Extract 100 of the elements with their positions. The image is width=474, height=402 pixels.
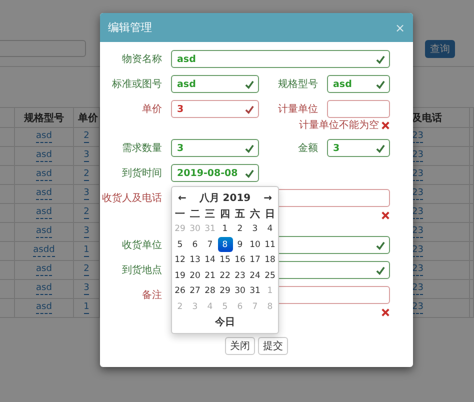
calendar-day[interactable]: 30 xyxy=(188,222,202,236)
calendar-day[interactable]: 29 xyxy=(218,284,232,298)
field-label: 到货地点 xyxy=(121,264,162,277)
editable-link[interactable]: asd xyxy=(36,188,52,200)
calendar-day[interactable]: 1 xyxy=(262,284,278,298)
editable-link[interactable]: 2 xyxy=(84,169,90,181)
input-field[interactable]: asd xyxy=(327,75,390,93)
search-field[interactable] xyxy=(0,40,86,57)
calendar-day[interactable]: 7 xyxy=(202,237,218,252)
editable-link[interactable]: asd xyxy=(36,283,52,295)
calendar-day[interactable]: 25 xyxy=(262,268,278,283)
calendar-day[interactable]: 1 xyxy=(218,222,232,236)
calendar-day[interactable]: 13 xyxy=(188,252,202,268)
check-icon xyxy=(245,80,254,88)
weekday-label: 三 xyxy=(204,208,216,221)
today-button[interactable]: 今日 xyxy=(215,315,235,329)
calendar-day[interactable]: 24 xyxy=(248,268,262,283)
calendar-day[interactable]: 16 xyxy=(232,252,248,268)
cross-icon xyxy=(381,120,390,130)
calendar-day[interactable]: 10 xyxy=(248,237,262,252)
field-label: 计量单位 xyxy=(277,102,318,116)
weekday-label: 二 xyxy=(189,208,201,221)
calendar-day[interactable]: 3 xyxy=(248,222,262,236)
check-icon xyxy=(376,144,385,152)
calendar-day[interactable]: 8 xyxy=(218,237,232,252)
calendar-day[interactable]: 29 xyxy=(172,222,188,236)
input-field[interactable]: 2019-08-08 xyxy=(171,164,259,182)
editable-link[interactable]: 1 xyxy=(84,245,90,257)
dialog-title: 编辑管理 xyxy=(108,20,152,35)
field-label: 备注 xyxy=(141,288,162,302)
next-month-button[interactable]: → xyxy=(264,192,272,204)
editable-link[interactable]: asd xyxy=(36,207,52,219)
calendar-day[interactable]: 5 xyxy=(218,299,232,314)
field-label: 收货单位 xyxy=(121,238,162,252)
calendar-day[interactable]: 14 xyxy=(202,252,218,268)
dialog-button[interactable]: 关闭 xyxy=(225,337,255,355)
input-field[interactable]: asd xyxy=(171,75,259,93)
weekday-label: 日 xyxy=(264,208,276,221)
calendar-day[interactable]: 19 xyxy=(172,268,188,283)
editable-link[interactable]: asd xyxy=(36,150,52,162)
editable-link[interactable]: asd xyxy=(36,226,52,238)
editable-link[interactable]: 3 xyxy=(84,283,90,295)
calendar-day[interactable]: 2 xyxy=(232,222,248,236)
calendar-day[interactable]: 17 xyxy=(248,252,262,268)
field-label: 到货时间 xyxy=(121,166,162,180)
calendar-day[interactable]: 15 xyxy=(218,252,232,268)
calendar-day[interactable]: 30 xyxy=(232,284,248,298)
field-label: 需求数量 xyxy=(121,142,162,155)
editable-link[interactable]: 2 xyxy=(84,131,90,143)
weekday-label: 一 xyxy=(174,208,186,221)
input-field[interactable]: 3 xyxy=(327,139,390,157)
check-icon xyxy=(245,104,254,114)
editable-link[interactable]: 1 xyxy=(84,302,90,314)
dialog-button[interactable]: 提交 xyxy=(258,337,288,355)
editable-link[interactable]: 2 xyxy=(84,264,90,276)
calendar-day[interactable]: 6 xyxy=(232,299,248,314)
calendar-day[interactable]: 4 xyxy=(202,299,218,314)
input-field[interactable]: 3 xyxy=(171,100,259,118)
calendar-day[interactable]: 4 xyxy=(262,222,278,236)
editable-link[interactable]: 3 xyxy=(84,226,90,238)
close-button[interactable]: × xyxy=(394,20,405,34)
editable-link[interactable]: 2 xyxy=(84,207,90,219)
check-icon xyxy=(376,240,385,250)
calendar-day[interactable]: 12 xyxy=(172,252,188,268)
search-button[interactable]: 查询 xyxy=(425,40,455,58)
calendar-day[interactable]: 31 xyxy=(248,284,262,298)
calendar-day[interactable]: 23 xyxy=(232,268,248,283)
editable-link[interactable]: 3 xyxy=(84,150,90,162)
weekday-label: 四 xyxy=(219,208,231,221)
editable-link[interactable]: asd xyxy=(36,302,52,314)
field-label: 物资名称 xyxy=(121,53,162,66)
weekday-label: 六 xyxy=(248,207,261,221)
previous-month-button[interactable]: ← xyxy=(178,192,186,204)
calendar-day[interactable]: 9 xyxy=(232,237,248,252)
input-field[interactable]: 3 xyxy=(171,139,259,157)
calendar-day[interactable]: 2 xyxy=(172,299,188,314)
editable-link[interactable]: asdd xyxy=(33,245,55,257)
calendar-day[interactable]: 20 xyxy=(188,268,202,283)
calendar-day[interactable]: 22 xyxy=(218,268,232,283)
editable-link[interactable]: asd xyxy=(36,169,52,181)
calendar-day[interactable]: 27 xyxy=(188,284,202,298)
check-icon xyxy=(245,168,254,178)
cross-icon xyxy=(381,308,390,317)
input-field[interactable]: asd xyxy=(171,50,390,68)
calendar-day[interactable]: 11 xyxy=(262,237,278,252)
calendar-day[interactable]: 8 xyxy=(262,299,278,314)
calendar-day[interactable]: 18 xyxy=(262,252,278,268)
calendar-day[interactable]: 3 xyxy=(188,299,202,314)
calendar-day[interactable]: 5 xyxy=(172,237,188,252)
editable-link[interactable]: 3 xyxy=(84,188,90,200)
calendar-day[interactable]: 28 xyxy=(202,284,218,298)
calendar-day[interactable]: 21 xyxy=(202,268,218,283)
editable-link[interactable]: asd xyxy=(36,264,52,276)
input-field[interactable] xyxy=(327,100,390,118)
check-icon xyxy=(376,266,385,274)
calendar-day[interactable]: 31 xyxy=(202,222,218,236)
calendar-day[interactable]: 7 xyxy=(248,299,262,314)
calendar-day[interactable]: 6 xyxy=(188,237,202,252)
editable-link[interactable]: asd xyxy=(36,131,52,143)
calendar-day[interactable]: 26 xyxy=(172,284,188,298)
